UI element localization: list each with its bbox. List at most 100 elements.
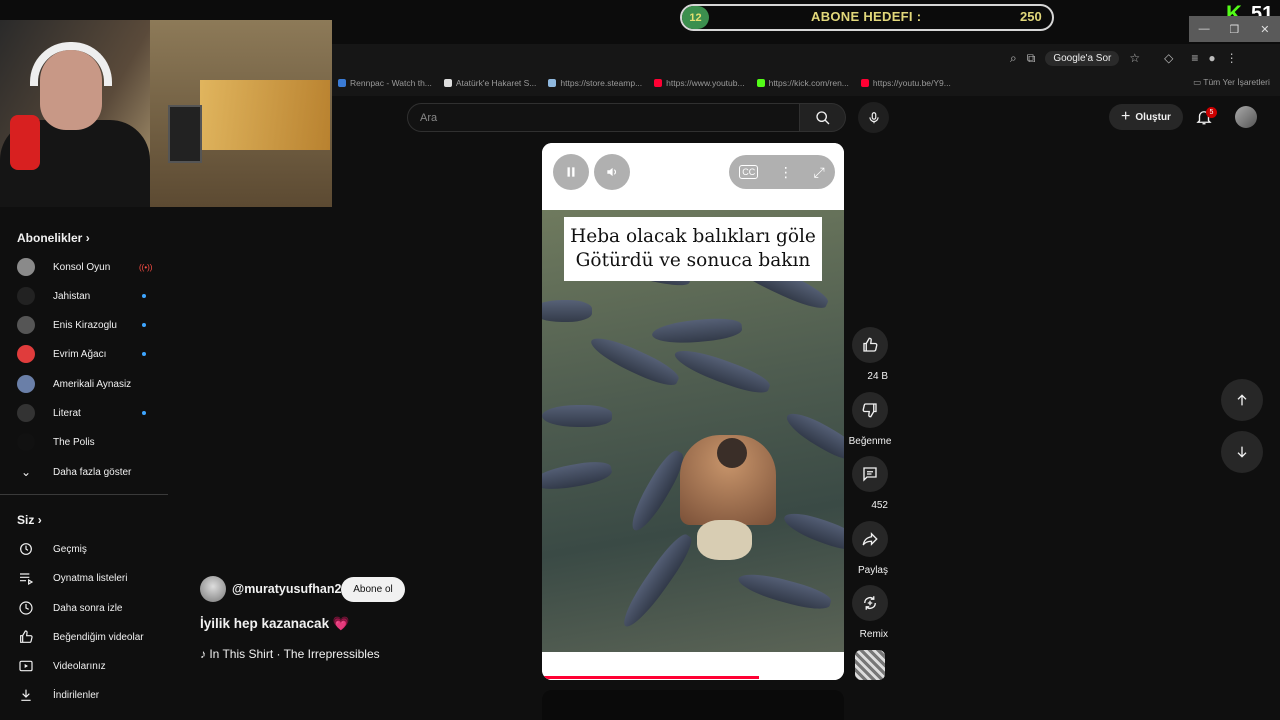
menu-icon[interactable]: ≡ bbox=[1191, 51, 1198, 65]
channel-label: Evrim Ağacı bbox=[53, 348, 107, 360]
account-avatar[interactable] bbox=[1235, 106, 1257, 128]
goal-badge: 12 bbox=[682, 6, 709, 29]
subscriptions-header[interactable]: Abonelikler › bbox=[17, 231, 90, 245]
restore-icon[interactable]: ❐ bbox=[1219, 16, 1249, 42]
bookmark-item[interactable]: https://www.youtub... bbox=[654, 78, 745, 88]
next-video-peek bbox=[542, 690, 844, 720]
channel-avatar bbox=[17, 375, 35, 393]
shorts-video-player[interactable]: Heba olacak balıkları göle Götürdü ve so… bbox=[542, 143, 844, 680]
channel-label: The Polis bbox=[53, 436, 95, 448]
ask-google-button[interactable]: Google'a Sor bbox=[1045, 50, 1120, 66]
sidebar-sub-amerikali-aynasiz[interactable]: Amerikali Aynasiz bbox=[0, 370, 168, 398]
share-button[interactable]: Paylaş bbox=[852, 521, 888, 578]
pause-button[interactable] bbox=[553, 154, 589, 190]
sidebar-sub-evrim-agaci[interactable]: Evrim Ağacı bbox=[0, 340, 168, 368]
remix-button[interactable]: Remix bbox=[852, 585, 888, 642]
more-icon[interactable]: ⋮ bbox=[1226, 51, 1238, 65]
channel-avatar[interactable] bbox=[200, 576, 226, 602]
search-input[interactable] bbox=[420, 110, 780, 126]
video-progress-bar[interactable] bbox=[542, 676, 759, 679]
browser-toolbar: ⌕ ⧉ Google'a Sor ☆ ◇ ≡ ● ⋮ bbox=[1010, 49, 1238, 67]
channel-label: Konsol Oyun bbox=[53, 261, 111, 273]
playlist-icon bbox=[17, 569, 35, 587]
comments-button[interactable]: 452 bbox=[852, 456, 888, 513]
sidebar-sub-the-polis[interactable]: The Polis bbox=[0, 428, 168, 456]
sidebar-item-downloads[interactable]: İndirilenler bbox=[0, 681, 168, 709]
bookmark-label: Atatürk'e Hakaret S... bbox=[455, 78, 537, 88]
new-content-dot bbox=[142, 411, 146, 415]
volume-button[interactable] bbox=[594, 154, 630, 190]
video-options-group: CC ⋮ ⤢ bbox=[729, 155, 835, 189]
thumbs-up-icon bbox=[17, 628, 35, 646]
channel-label: Enis Kirazoglu bbox=[53, 319, 117, 331]
extensions-icon[interactable]: ◇ bbox=[1164, 51, 1173, 65]
video-caption-box: Heba olacak balıkları göle Götürdü ve so… bbox=[564, 217, 822, 281]
next-video-button[interactable] bbox=[1221, 431, 1263, 473]
close-icon[interactable]: ✕ bbox=[1250, 16, 1280, 42]
bookmark-label: Rennpac - Watch th... bbox=[350, 78, 432, 88]
video-title[interactable]: İyilik hep kazanacak 💗 bbox=[200, 616, 350, 632]
bookmark-item[interactable]: https://kick.com/ren... bbox=[756, 78, 849, 88]
video-caption-line: Götürdü ve sonuca bakın bbox=[575, 250, 811, 271]
sound-thumbnail[interactable] bbox=[855, 650, 885, 680]
channel-avatar bbox=[17, 287, 35, 305]
zoom-icon[interactable]: ⌕ bbox=[1010, 51, 1017, 66]
more-options-icon[interactable]: ⋮ bbox=[779, 164, 793, 181]
voice-search-button[interactable] bbox=[858, 102, 889, 133]
bookmark-item[interactable]: Rennpac - Watch th... bbox=[338, 78, 432, 88]
thumbs-up-icon bbox=[863, 337, 878, 352]
you-header[interactable]: Siz › bbox=[17, 513, 42, 527]
like-circle bbox=[852, 327, 888, 363]
previous-video-button[interactable] bbox=[1221, 379, 1263, 421]
sidebar-sub-konsol-oyun[interactable]: Konsol Oyun ((•)) bbox=[0, 253, 168, 281]
captions-icon[interactable]: CC bbox=[739, 165, 759, 179]
sidebar-item-your-videos[interactable]: Videolarınız bbox=[0, 652, 168, 680]
show-more-button[interactable]: ⌄ Daha fazla göster bbox=[0, 458, 168, 486]
sidebar: Abonelikler › Konsol Oyun ((•)) Jahistan … bbox=[0, 215, 168, 720]
bookmark-item[interactable]: https://store.steamp... bbox=[548, 78, 642, 88]
new-content-dot bbox=[142, 294, 146, 298]
arrow-down-icon bbox=[1237, 446, 1247, 458]
bookmark-label: https://kick.com/ren... bbox=[768, 78, 849, 88]
bookmark-favicon-icon bbox=[338, 79, 346, 87]
cast-icon[interactable]: ⧉ bbox=[1027, 51, 1036, 66]
bookmark-item[interactable]: https://youtu.be/Y9... bbox=[860, 78, 951, 88]
create-button[interactable]: + Oluştur bbox=[1109, 104, 1183, 130]
sidebar-item-playlists[interactable]: Oynatma listeleri bbox=[0, 564, 168, 592]
like-button[interactable]: 24 B bbox=[852, 327, 888, 384]
dislike-button[interactable]: Beğenme bbox=[849, 392, 891, 449]
channel-handle[interactable]: @muratyusufhan23 bbox=[232, 582, 348, 596]
fullscreen-icon[interactable]: ⤢ bbox=[813, 164, 824, 181]
channel-avatar bbox=[17, 345, 35, 363]
bookmarks-bar: Rennpac - Watch th... Atatürk'e Hakaret … bbox=[332, 74, 1280, 92]
dislike-circle bbox=[852, 392, 888, 428]
sidebar-sub-jahistan[interactable]: Jahistan bbox=[0, 282, 168, 310]
channel-label: Literat bbox=[53, 407, 81, 419]
bookmark-star-icon[interactable]: ☆ bbox=[1129, 51, 1140, 65]
sidebar-item-history[interactable]: Geçmiş bbox=[0, 535, 168, 563]
profile-icon[interactable]: ● bbox=[1208, 51, 1215, 65]
sidebar-sub-literat[interactable]: Literat bbox=[0, 399, 168, 427]
notification-count-badge: 5 bbox=[1206, 107, 1217, 118]
all-bookmarks-button[interactable]: ▭ Tüm Yer İşaretleri bbox=[1193, 77, 1270, 88]
sidebar-item-watch-later[interactable]: Daha sonra izle bbox=[0, 594, 168, 622]
remix-label: Remix bbox=[859, 629, 888, 640]
pause-icon bbox=[567, 167, 575, 177]
bookmark-favicon-icon bbox=[443, 79, 452, 87]
comment-count: 452 bbox=[871, 500, 888, 511]
subscribe-button[interactable]: Abone ol bbox=[341, 577, 405, 602]
bookmark-item[interactable]: Atatürk'e Hakaret S... bbox=[443, 78, 537, 88]
minimize-icon[interactable]: — bbox=[1189, 16, 1219, 42]
dislike-label: Beğenme bbox=[848, 436, 892, 447]
search-icon bbox=[815, 110, 829, 124]
chevron-down-icon: ⌄ bbox=[20, 465, 32, 479]
bookmark-favicon-icon bbox=[860, 79, 869, 87]
sidebar-item-liked-videos[interactable]: Beğendiğim videolar bbox=[0, 623, 168, 651]
plus-icon: + bbox=[1121, 108, 1131, 125]
sidebar-sub-enis-kirazoglu[interactable]: Enis Kirazoglu bbox=[0, 311, 168, 339]
you-title: Siz bbox=[17, 513, 35, 527]
channel-label: Jahistan bbox=[53, 290, 91, 302]
remix-circle bbox=[852, 585, 888, 621]
search-button[interactable] bbox=[800, 103, 846, 132]
music-info[interactable]: ♪ In This Shirt · The Irrepressibles bbox=[200, 647, 380, 661]
